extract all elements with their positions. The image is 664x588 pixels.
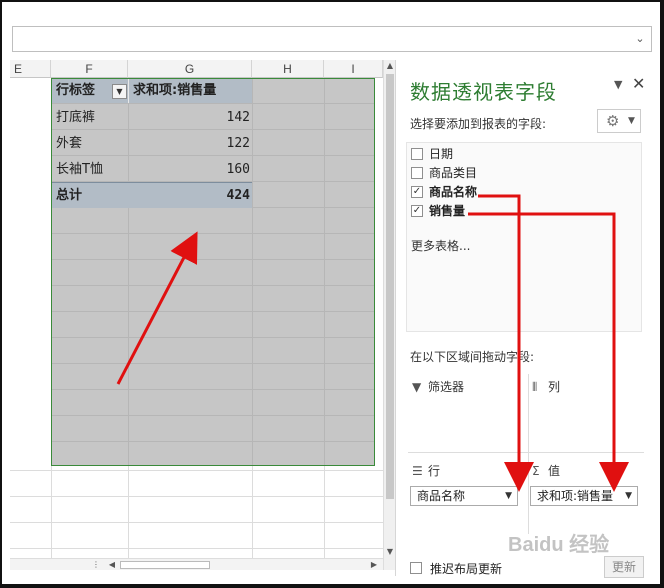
worksheet: E F G H I 行标签 ▼ 求和项:销售量 打底裤 142 外套 122 长…: [10, 60, 395, 570]
horizontal-scrollbar[interactable]: ⋮ ◀ ▶: [10, 558, 383, 570]
column-label: I: [351, 62, 355, 76]
formula-expand-icon[interactable]: ⌄: [633, 32, 647, 46]
update-button[interactable]: 更新: [604, 556, 644, 578]
grid-hline: [10, 470, 383, 471]
pivot-values-header[interactable]: 求和项:销售量: [133, 79, 216, 103]
formula-bar[interactable]: ⌄: [12, 26, 652, 52]
checkbox-unchecked[interactable]: [410, 562, 422, 574]
scroll-right-icon[interactable]: ▶: [368, 559, 380, 571]
field-label: 商品类目: [429, 166, 478, 180]
area-title: 行: [428, 464, 441, 478]
field-label: 销售量: [429, 204, 466, 218]
pane-title: 数据透视表字段: [410, 80, 557, 104]
rows-area[interactable]: ☰ 行 商品名称 ▼: [408, 458, 522, 530]
horizontal-scroll-thumb[interactable]: [120, 561, 210, 569]
sheet-nav-dots-icon[interactable]: ⋮: [90, 559, 102, 571]
column-header-h[interactable]: H: [252, 60, 324, 78]
chevron-down-icon: ▼: [625, 491, 632, 501]
column-header-e[interactable]: E: [10, 60, 51, 78]
area-column-divider: [528, 374, 529, 534]
area-title: 筛选器: [428, 380, 465, 394]
columns-icon: ⦀: [532, 380, 538, 394]
pivot-row-labels-header[interactable]: 行标签: [56, 79, 95, 103]
pivot-row-value[interactable]: 122: [170, 131, 250, 157]
column-label: E: [13, 62, 22, 76]
dropdown-value: 商品名称: [417, 489, 466, 503]
dropdown-value: 求和项:销售量: [537, 489, 614, 503]
gear-icon: ⚙: [606, 112, 620, 130]
columns-area[interactable]: ⦀ 列: [528, 374, 642, 446]
pivot-row-value[interactable]: 142: [170, 105, 250, 131]
pivot-grand-total-value[interactable]: 424: [170, 183, 250, 209]
sigma-icon: Σ: [532, 464, 540, 478]
checkbox-checked[interactable]: ✓: [411, 205, 423, 217]
grid-hline: [10, 522, 383, 523]
field-label: 商品名称: [429, 185, 478, 199]
filter-dropdown-icon[interactable]: ▼: [112, 84, 127, 99]
pivot-header-separator: [128, 79, 129, 103]
checkbox-checked[interactable]: ✓: [411, 186, 423, 198]
column-header-g[interactable]: G: [128, 60, 252, 78]
vertical-scroll-thumb[interactable]: [386, 74, 394, 499]
scroll-left-icon[interactable]: ◀: [106, 559, 118, 571]
chevron-down-icon: ▼: [505, 491, 512, 501]
vertical-scrollbar[interactable]: ▲ ▼: [383, 60, 395, 570]
pane-subtitle: 选择要添加到报表的字段:: [410, 117, 547, 131]
more-tables-link[interactable]: 更多表格...: [411, 237, 470, 254]
screenshot-frame: ⌄ E F G H I 行标签 ▼ 求和项:销售量 打底裤 142 外套 122…: [0, 0, 664, 588]
column-label: G: [184, 62, 195, 76]
close-icon[interactable]: ✕: [632, 74, 645, 93]
watermark-logo: Baidu 经验: [508, 534, 610, 556]
values-field-dropdown[interactable]: 求和项:销售量 ▼: [530, 486, 638, 506]
grid-hline: [10, 548, 383, 549]
pivot-row-label[interactable]: 外套: [56, 131, 82, 157]
pivot-fields-pane: 数据透视表字段 ▼ ✕ 选择要添加到报表的字段: ⚙ ▼ 日期 商品类目 ✓ 商…: [395, 60, 653, 578]
rows-field-dropdown[interactable]: 商品名称 ▼: [410, 486, 518, 506]
checkbox-unchecked[interactable]: [411, 148, 423, 160]
pivot-grand-total-label[interactable]: 总计: [56, 183, 82, 209]
pivot-row-label[interactable]: 长袖T恤: [56, 157, 103, 183]
pane-options-caret-icon[interactable]: ▼: [614, 78, 622, 91]
pivot-row-label[interactable]: 打底裤: [56, 105, 95, 131]
pivot-row-value[interactable]: 160: [170, 157, 250, 183]
field-list: 日期 商品类目 ✓ 商品名称 ✓ 销售量 更多表格...: [406, 142, 642, 332]
grid-hline: [10, 496, 383, 497]
filter-icon: ▼: [412, 380, 422, 394]
area-divider: [408, 452, 644, 453]
drag-areas-caption: 在以下区域间拖动字段:: [410, 350, 535, 364]
defer-label: 推迟布局更新: [430, 562, 503, 576]
area-title: 列: [548, 380, 561, 394]
filters-area[interactable]: ▼ 筛选器: [408, 374, 522, 446]
column-label: F: [85, 62, 93, 76]
chevron-down-icon: ▼: [628, 116, 635, 126]
values-area[interactable]: Σ值 求和项:销售量 ▼: [528, 458, 642, 530]
pane-settings-button[interactable]: ⚙ ▼: [597, 109, 641, 133]
field-label: 日期: [429, 147, 454, 161]
area-title: 值: [548, 464, 561, 478]
column-header-f[interactable]: F: [51, 60, 128, 78]
checkbox-unchecked[interactable]: [411, 167, 423, 179]
column-header-i[interactable]: I: [324, 60, 383, 78]
rows-icon: ☰: [412, 464, 423, 478]
column-label: H: [283, 62, 292, 76]
